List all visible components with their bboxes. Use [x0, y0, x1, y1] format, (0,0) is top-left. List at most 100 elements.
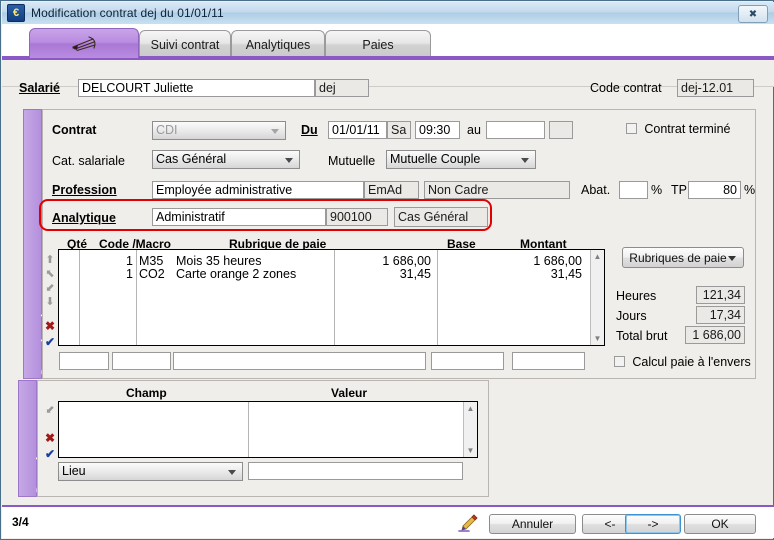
- chevron-down-icon: [228, 469, 236, 475]
- tab-suivi-contrat[interactable]: Suivi contrat: [139, 30, 231, 58]
- tp-input[interactable]: 80: [688, 181, 741, 199]
- cancel-button-label: Annuler: [511, 517, 554, 531]
- perso-grid[interactable]: ▲ ▼: [58, 401, 478, 458]
- chevron-down-icon: [271, 128, 279, 134]
- profession-input[interactable]: Employée administrative: [152, 181, 364, 199]
- jours-label: Jours: [616, 309, 647, 323]
- au-date-input[interactable]: [486, 121, 545, 139]
- analytique-code-field[interactable]: 900100: [326, 208, 388, 226]
- code-contrat-field[interactable]: dej-12.01: [677, 79, 754, 97]
- tab-analytiques[interactable]: Analytiques: [231, 30, 325, 58]
- tab-contract[interactable]: [29, 28, 139, 58]
- edit-montant-input[interactable]: [512, 352, 585, 370]
- calcul-envers-checkbox[interactable]: Calcul paie à l'envers: [614, 355, 751, 369]
- chevron-down-icon: [728, 255, 736, 261]
- paie-grid[interactable]: 1 M35 Mois 35 heures 1 686,00 1 686,00 1…: [58, 249, 605, 346]
- profession-label: Profession: [52, 183, 117, 197]
- move-up-arrow-icon[interactable]: ⬉: [45, 269, 55, 280]
- tab-analytiques-label: Analytiques: [245, 37, 311, 52]
- rubriques-de-paie-label: Rubriques de paie: [629, 250, 727, 265]
- move-bottom-arrow-icon[interactable]: ⬇: [45, 297, 55, 308]
- scroll-up-icon[interactable]: ▲: [466, 404, 475, 413]
- grid-vertical-scrollbar[interactable]: ▲ ▼: [590, 250, 604, 345]
- perso-header-champ: Champ: [126, 386, 167, 400]
- edit-rubrique-input[interactable]: [173, 352, 426, 370]
- scroll-up-icon[interactable]: ▲: [593, 252, 602, 261]
- tab-strip: Suivi contrat Analytiques Paies: [2, 24, 774, 60]
- previous-button-label: <-: [604, 517, 616, 531]
- cell-qte: 1: [126, 267, 133, 281]
- mutuelle-label: Mutuelle: [328, 154, 376, 168]
- analytique-input[interactable]: Administratif: [152, 208, 326, 226]
- cancel-button[interactable]: Annuler: [489, 514, 576, 534]
- abat-unit-label: %: [651, 183, 663, 197]
- salarie-input[interactable]: DELCOURT Juliette: [78, 79, 315, 97]
- perso-grid-vertical-scrollbar[interactable]: ▲ ▼: [463, 402, 477, 457]
- chevron-down-icon: [285, 157, 293, 163]
- table-row[interactable]: 1 M35 Mois 35 heures 1 686,00 1 686,00: [59, 254, 604, 268]
- total-brut-value: 1 686,00: [685, 326, 745, 344]
- profession-code-field[interactable]: EmAd: [364, 181, 419, 199]
- contract-edit-window: € Modification contrat dej du 01/01/11 ✖…: [0, 0, 774, 540]
- perso-field-value-input[interactable]: [248, 462, 463, 480]
- validate-row-icon[interactable]: ✔: [45, 336, 55, 348]
- du-time-input[interactable]: 09:30: [415, 121, 460, 139]
- edit-code-input[interactable]: [112, 352, 171, 370]
- mutuelle-value: Mutuelle Couple: [390, 152, 481, 166]
- chevron-down-icon: [521, 157, 529, 163]
- delete-row-icon[interactable]: ✖: [45, 320, 55, 332]
- heures-value: 121,34: [696, 286, 745, 304]
- perso-header-valeur: Valeur: [331, 386, 368, 400]
- status-bar: 3/4 Annuler <- -> OK: [2, 505, 774, 538]
- move-down-arrow-icon[interactable]: ⬋: [45, 283, 55, 294]
- delete-row-icon[interactable]: ✖: [45, 432, 55, 444]
- calcul-envers-label: Calcul paie à l'envers: [632, 355, 751, 369]
- analytique-label: Analytique: [52, 211, 116, 225]
- contrat-termine-checkbox[interactable]: Contrat terminé: [626, 122, 731, 136]
- perso-field-select-value: Lieu: [62, 464, 86, 478]
- tab-paies[interactable]: Paies: [325, 30, 431, 58]
- scroll-down-icon[interactable]: ▼: [593, 334, 602, 343]
- table-row[interactable]: 1 CO2 Carte orange 2 zones 31,45 31,45: [59, 267, 604, 281]
- close-icon[interactable]: ✖: [738, 5, 768, 23]
- au-day-field: [549, 121, 573, 139]
- cat-salariale-select[interactable]: Cas Général: [152, 150, 300, 169]
- checkbox-box-icon: [614, 356, 625, 367]
- salarie-code-field[interactable]: dej: [315, 79, 369, 97]
- ok-button-label: OK: [711, 517, 729, 531]
- rubriques-de-paie-button[interactable]: Rubriques de paie: [622, 247, 744, 268]
- perso-field-select[interactable]: Lieu: [58, 462, 243, 481]
- cell-code: M35: [139, 254, 164, 268]
- move-top-arrow-icon[interactable]: ⬆: [45, 255, 55, 266]
- contrat-label: Contrat: [52, 123, 97, 137]
- cell-base: 1 686,00: [382, 254, 431, 268]
- cat-salariale-label: Cat. salariale: [52, 154, 125, 168]
- donnees-perso-band: Données perso.: [18, 380, 48, 497]
- contrat-select[interactable]: CDI: [152, 121, 286, 140]
- move-down-arrow-icon[interactable]: ⬋: [45, 405, 55, 416]
- abat-input[interactable]: [619, 181, 648, 199]
- du-label: Du: [301, 123, 318, 137]
- edit-base-input[interactable]: [431, 352, 504, 370]
- edit-qte-input[interactable]: [59, 352, 109, 370]
- du-date-input[interactable]: 01/01/11: [328, 121, 387, 139]
- cell-montant: 1 686,00: [533, 254, 582, 268]
- scroll-down-icon[interactable]: ▼: [466, 446, 475, 455]
- next-button[interactable]: ->: [625, 514, 681, 534]
- window-title: Modification contrat dej du 01/01/11: [31, 6, 224, 20]
- profession-statut-field[interactable]: Non Cadre: [424, 181, 570, 199]
- jours-value: 17,34: [696, 306, 745, 324]
- mutuelle-select[interactable]: Mutuelle Couple: [386, 150, 536, 169]
- salarie-label: Salarié: [19, 81, 61, 95]
- euro-icon: €: [7, 4, 25, 22]
- pencil-icon[interactable]: [457, 513, 479, 533]
- ok-button[interactable]: OK: [684, 514, 756, 534]
- tp-unit-label: %: [744, 183, 756, 197]
- donnees-du-contrat-band: Données du contrat: [23, 109, 53, 379]
- code-contrat-label: Code contrat: [590, 81, 662, 95]
- contrat-select-value: CDI: [156, 123, 178, 137]
- title-bar: € Modification contrat dej du 01/01/11 ✖: [2, 2, 774, 25]
- validate-row-icon[interactable]: ✔: [45, 448, 55, 460]
- analytique-cas-field[interactable]: Cas Général: [394, 207, 488, 227]
- total-brut-label: Total brut: [616, 329, 668, 343]
